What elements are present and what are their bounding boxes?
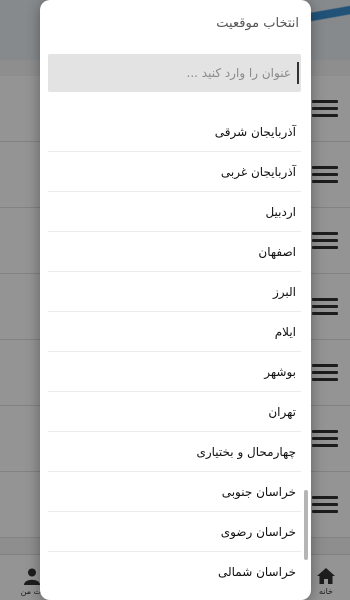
list-item[interactable]: آذربایجان شرقی — [48, 112, 301, 152]
list-item[interactable]: چهارمحال و بختیاری — [48, 432, 301, 472]
location-picker-dialog: انتخاب موقعیت آذربایجان شرقی آذربایجان غ… — [40, 0, 311, 600]
search-input[interactable] — [48, 54, 301, 92]
province-list: آذربایجان شرقی آذربایجان غربی اردبیل اصف… — [48, 112, 301, 592]
list-item[interactable]: بوشهر — [48, 352, 301, 392]
list-item[interactable]: ایلام — [48, 312, 301, 352]
list-item[interactable]: اردبیل — [48, 192, 301, 232]
list-item[interactable]: آذربایجان غربی — [48, 152, 301, 192]
dialog-title: انتخاب موقعیت — [216, 16, 299, 31]
list-scrollbar[interactable] — [304, 490, 308, 560]
list-item[interactable]: خراسان رضوی — [48, 512, 301, 552]
list-item[interactable]: اصفهان — [48, 232, 301, 272]
list-item[interactable]: خراسان شمالی — [48, 552, 301, 592]
list-item[interactable]: خراسان جنوبی — [48, 472, 301, 512]
list-item[interactable]: تهران — [48, 392, 301, 432]
list-item[interactable]: البرز — [48, 272, 301, 312]
text-cursor — [297, 62, 299, 84]
